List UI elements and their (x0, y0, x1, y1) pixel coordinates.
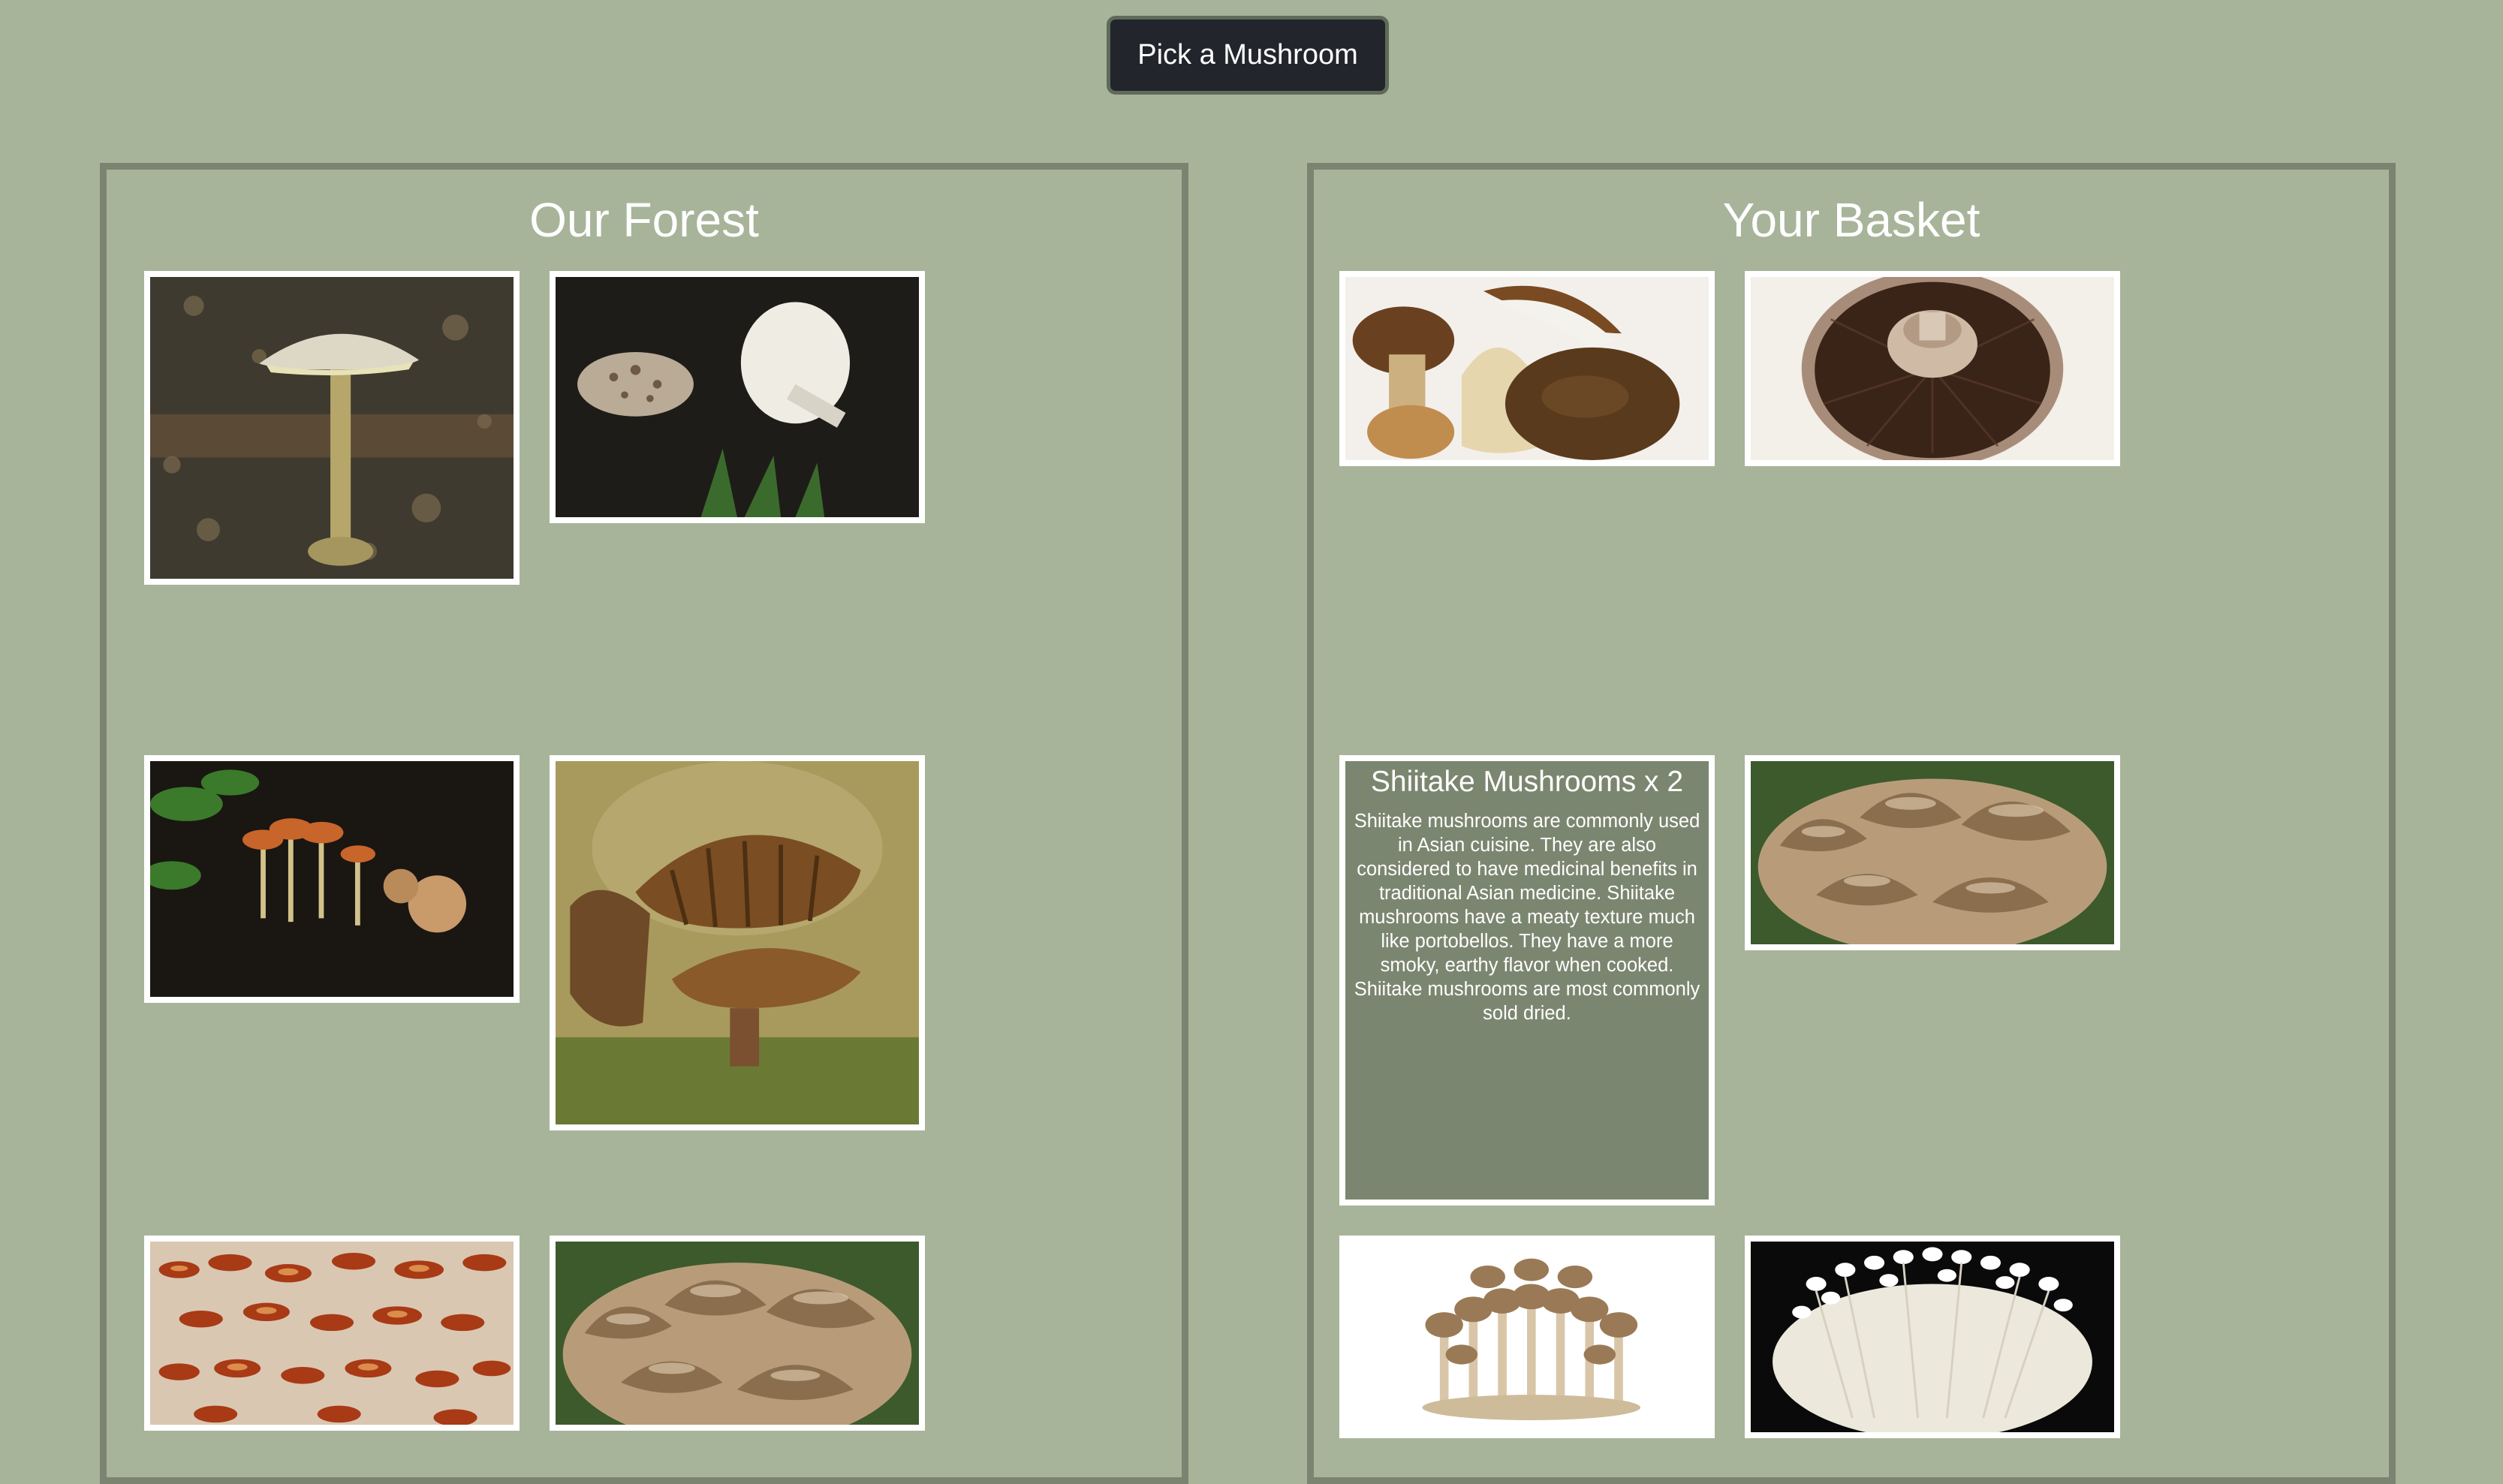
forest-card-parasol[interactable] (550, 271, 925, 523)
forest-title: Our Forest (529, 193, 759, 247)
forest-card-orange-cluster[interactable] (144, 755, 520, 1003)
forest-card-brown-gilled[interactable] (550, 755, 925, 1130)
forest-panel: Our Forest (100, 163, 1188, 1484)
beech-mushroom-cluster-photo (1345, 1242, 1709, 1432)
shiitake-card-description: Shiitake mushrooms are commonly used in … (1354, 811, 1700, 1024)
parasol-mushrooms-photo (556, 277, 919, 517)
amanita-mushroom-photo (150, 277, 514, 579)
basket-card-portobello[interactable] (1745, 271, 2120, 466)
basket-card-maitake[interactable] (1745, 755, 2120, 950)
forest-card-reishi[interactable] (144, 1236, 520, 1431)
basket-title: Your Basket (1722, 193, 1980, 247)
shiitake-card-title: Shiitake Mushrooms x 2 (1370, 766, 1684, 798)
pick-mushroom-button[interactable]: Pick a Mushroom (1107, 16, 1389, 95)
portobello-underside-photo (1751, 277, 2114, 460)
forest-card-amanita[interactable] (144, 271, 520, 585)
orange-cluster-mushrooms-photo (150, 761, 514, 997)
basket-card-beech[interactable] (1339, 1236, 1715, 1438)
basket-card-shiitake-info[interactable]: Shiitake Mushrooms x 2 Shiitake mushroom… (1339, 755, 1715, 1206)
maitake-mushroom-photo (1751, 761, 2114, 944)
basket-card-porcini[interactable] (1339, 271, 1715, 466)
reishi-shelf-mushrooms-photo (150, 1242, 514, 1425)
forest-card-maitake[interactable] (550, 1236, 925, 1431)
brown-gilled-mushroom-photo (556, 761, 919, 1124)
basket-panel: Your Basket Shiitake Mushrooms x 2 Shiit… (1307, 163, 2396, 1484)
maitake-mushroom-photo (556, 1242, 919, 1425)
porcini-mushrooms-photo (1345, 277, 1709, 460)
basket-card-enoki[interactable] (1745, 1236, 2120, 1438)
enoki-mushrooms-photo (1751, 1242, 2114, 1432)
